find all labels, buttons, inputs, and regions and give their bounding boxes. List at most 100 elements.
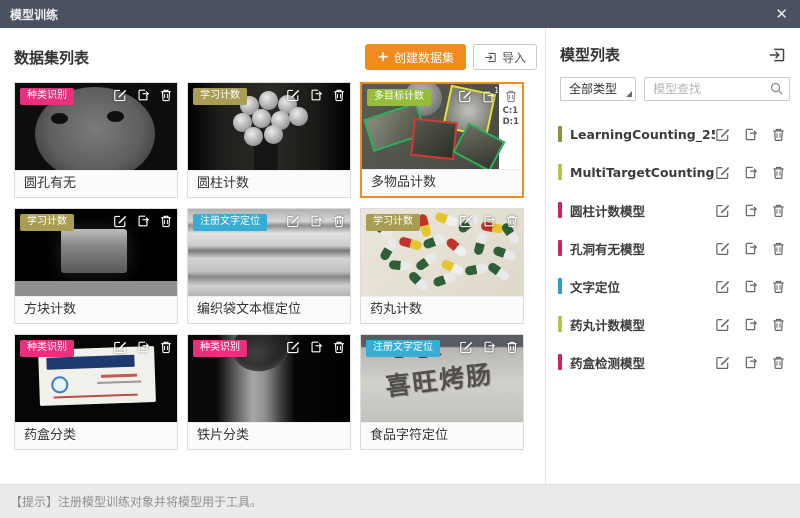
model-panel-header: 模型列表 bbox=[558, 28, 790, 77]
dataset-title: 圆柱计数 bbox=[188, 170, 350, 197]
dataset-card-selected[interactable]: 多目标计数 1 C:1 D:1 bbox=[360, 82, 524, 198]
import-icon bbox=[484, 51, 497, 64]
delete-icon[interactable] bbox=[771, 127, 786, 142]
edit-icon[interactable] bbox=[715, 317, 730, 332]
model-list-item[interactable]: 文字定位 bbox=[558, 267, 790, 305]
dataset-card[interactable]: 种类识别 铁片分类 bbox=[187, 334, 351, 450]
delete-icon[interactable] bbox=[332, 214, 346, 228]
dataset-title: 食品字符定位 bbox=[361, 422, 523, 449]
dataset-title: 铁片分类 bbox=[188, 422, 350, 449]
dataset-title: 方块计数 bbox=[15, 296, 177, 323]
dataset-card[interactable]: 喜旺烤肠 注册文字定位 食品字符定位 bbox=[360, 334, 524, 450]
copy-icon[interactable] bbox=[743, 241, 758, 256]
dataset-thumbnail: 种类识别 bbox=[15, 335, 177, 422]
delete-icon[interactable] bbox=[505, 340, 519, 354]
dataset-type-badge: 注册文字定位 bbox=[366, 340, 440, 357]
import-model-icon[interactable] bbox=[768, 46, 786, 64]
dataset-header-actions: + 创建数据集 导入 bbox=[365, 44, 537, 70]
dialog-content: 数据集列表 + 创建数据集 导入 种类 bbox=[0, 28, 800, 484]
model-color-bar bbox=[558, 126, 562, 142]
model-name: 圆柱计数模型 bbox=[570, 201, 715, 220]
dataset-thumbnail: 种类识别 bbox=[15, 83, 177, 170]
copy-icon[interactable] bbox=[309, 340, 323, 354]
edit-icon[interactable] bbox=[286, 214, 300, 228]
dataset-type-badge: 注册文字定位 bbox=[193, 214, 267, 231]
model-list-item[interactable]: 孔洞有无模型 bbox=[558, 229, 790, 267]
dataset-thumbnail: 种类识别 bbox=[188, 335, 350, 422]
model-search bbox=[644, 77, 790, 101]
model-name: MultiTargetCounting_25... bbox=[570, 165, 715, 180]
edit-icon[interactable] bbox=[113, 88, 127, 102]
dataset-title: 圆孔有无 bbox=[15, 170, 177, 197]
status-hint: 【提示】注册模型训练对象并将模型用于工具。 bbox=[10, 493, 262, 510]
model-list-item[interactable]: 圆柱计数模型 bbox=[558, 191, 790, 229]
copy-icon[interactable] bbox=[136, 214, 150, 228]
delete-icon[interactable] bbox=[771, 165, 786, 180]
copy-icon[interactable] bbox=[743, 279, 758, 294]
edit-icon[interactable] bbox=[286, 88, 300, 102]
edit-icon[interactable] bbox=[715, 127, 730, 142]
edit-icon[interactable] bbox=[459, 340, 473, 354]
dataset-card[interactable]: 学习计数 圆柱计数 bbox=[187, 82, 351, 198]
model-color-bar bbox=[558, 202, 562, 218]
model-type-dropdown[interactable]: 全部类型 bbox=[560, 77, 636, 101]
delete-icon[interactable] bbox=[771, 279, 786, 294]
delete-icon[interactable] bbox=[159, 340, 173, 354]
dataset-card[interactable]: 注册文字定位 编织袋文本框定位 bbox=[187, 208, 351, 324]
delete-icon[interactable] bbox=[505, 214, 519, 228]
copy-icon[interactable] bbox=[309, 88, 323, 102]
delete-icon[interactable] bbox=[771, 355, 786, 370]
copy-icon[interactable] bbox=[481, 90, 495, 104]
dataset-card[interactable]: 种类识别 药盒分类 bbox=[14, 334, 178, 450]
model-list-item[interactable]: 药丸计数模型 bbox=[558, 305, 790, 343]
dataset-type-badge: 种类识别 bbox=[20, 88, 74, 105]
close-icon[interactable]: ✕ bbox=[775, 7, 788, 22]
delete-icon[interactable] bbox=[332, 88, 346, 102]
edit-icon[interactable] bbox=[113, 214, 127, 228]
edit-icon[interactable] bbox=[715, 279, 730, 294]
model-list-item[interactable]: 药盒检测模型 bbox=[558, 343, 790, 381]
edit-icon[interactable] bbox=[715, 203, 730, 218]
create-dataset-label: 创建数据集 bbox=[394, 49, 454, 66]
delete-icon[interactable] bbox=[159, 214, 173, 228]
copy-icon[interactable] bbox=[136, 88, 150, 102]
delete-icon[interactable] bbox=[159, 88, 173, 102]
delete-icon[interactable] bbox=[332, 340, 346, 354]
create-dataset-button[interactable]: + 创建数据集 bbox=[365, 44, 466, 70]
copy-icon[interactable] bbox=[309, 214, 323, 228]
copy-icon[interactable] bbox=[136, 340, 150, 354]
dialog-title: 模型训练 bbox=[10, 6, 58, 23]
edit-icon[interactable] bbox=[458, 89, 472, 103]
search-icon[interactable] bbox=[769, 81, 784, 96]
dataset-card[interactable]: 学习计数 药丸计数 bbox=[360, 208, 524, 324]
dataset-type-badge: 学习计数 bbox=[193, 88, 247, 105]
dataset-card[interactable]: 学习计数 方块计数 bbox=[14, 208, 178, 324]
model-name: LearningCounting_25080... bbox=[570, 127, 715, 142]
copy-icon[interactable] bbox=[482, 340, 496, 354]
delete-icon[interactable] bbox=[504, 89, 518, 103]
copy-icon[interactable] bbox=[743, 127, 758, 142]
delete-icon[interactable] bbox=[771, 203, 786, 218]
copy-icon[interactable] bbox=[743, 317, 758, 332]
model-color-bar bbox=[558, 278, 562, 294]
edit-icon[interactable] bbox=[286, 340, 300, 354]
copy-count-badge: 1 bbox=[494, 86, 499, 95]
model-color-bar bbox=[558, 240, 562, 256]
delete-icon[interactable] bbox=[771, 317, 786, 332]
import-dataset-button[interactable]: 导入 bbox=[473, 44, 537, 70]
edit-icon[interactable] bbox=[459, 214, 473, 228]
edit-icon[interactable] bbox=[715, 241, 730, 256]
model-list-item[interactable]: MultiTargetCounting_25... bbox=[558, 153, 790, 191]
copy-icon[interactable] bbox=[743, 355, 758, 370]
dataset-card[interactable]: 种类识别 圆孔有无 bbox=[14, 82, 178, 198]
edit-icon[interactable] bbox=[113, 340, 127, 354]
delete-icon[interactable] bbox=[771, 241, 786, 256]
copy-icon[interactable] bbox=[743, 203, 758, 218]
edit-icon[interactable] bbox=[715, 165, 730, 180]
dataset-type-badge: 学习计数 bbox=[366, 214, 420, 231]
dataset-panel-header: 数据集列表 + 创建数据集 导入 bbox=[0, 28, 545, 82]
edit-icon[interactable] bbox=[715, 355, 730, 370]
model-list-item[interactable]: LearningCounting_25080... bbox=[558, 115, 790, 153]
copy-icon[interactable] bbox=[743, 165, 758, 180]
copy-icon[interactable] bbox=[482, 214, 496, 228]
